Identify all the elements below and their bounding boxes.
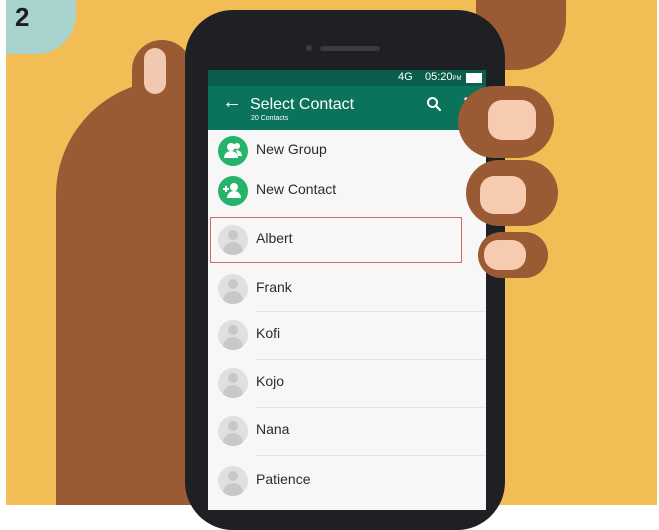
finger-nail <box>484 240 526 270</box>
contact-row-kofi[interactable]: Kofi <box>208 314 486 354</box>
new-group-item[interactable]: New Group <box>208 130 486 170</box>
contact-row-patience[interactable]: Patience <box>208 460 486 500</box>
new-group-label: New Group <box>256 141 327 157</box>
new-contact-item[interactable]: New Contact <box>208 170 486 210</box>
avatar-placeholder-icon <box>218 274 248 304</box>
contact-row-frank[interactable]: Frank <box>208 268 486 308</box>
add-contact-icon <box>218 176 248 206</box>
avatar-placeholder-icon <box>218 368 248 398</box>
divider <box>256 311 486 312</box>
contact-name: Nana <box>256 421 290 437</box>
new-contact-label: New Contact <box>256 181 337 197</box>
app-bar: ← Select Contact 20 Contacts <box>208 86 486 130</box>
page-title: Select Contact <box>250 96 355 113</box>
contact-name: Kofi <box>256 325 281 341</box>
finger-nail <box>480 176 526 214</box>
step-number: 2 <box>15 2 30 32</box>
battery-icon <box>466 73 482 83</box>
status-time: 05:20PM <box>425 71 462 83</box>
thumb-nail <box>144 48 166 94</box>
network-indicator: 4G <box>398 71 413 83</box>
phone-speaker <box>320 46 380 51</box>
group-icon <box>218 136 248 166</box>
contact-name: Patience <box>256 471 311 487</box>
divider <box>256 359 486 360</box>
selected-contact-highlight <box>210 217 462 263</box>
contact-count: 20 Contacts <box>251 115 289 122</box>
phone-camera <box>306 45 312 51</box>
status-bar: 4G 05:20PM <box>208 70 486 86</box>
step-badge: 2 <box>6 0 76 54</box>
back-arrow-icon[interactable]: ← <box>222 92 242 112</box>
search-icon[interactable] <box>426 96 442 112</box>
finger-nail <box>488 100 536 140</box>
phone-screen: 4G 05:20PM ← Select Contact 20 Contacts … <box>208 70 486 510</box>
contact-row-nana[interactable]: Nana <box>208 410 486 450</box>
contact-name: Kojo <box>256 373 285 389</box>
contact-row-kojo[interactable]: Kojo <box>208 362 486 402</box>
avatar-placeholder-icon <box>218 416 248 446</box>
avatar-placeholder-icon <box>218 466 248 496</box>
divider <box>256 455 486 456</box>
divider <box>256 407 486 408</box>
avatar-placeholder-icon <box>218 320 248 350</box>
contact-name: Frank <box>256 279 292 295</box>
